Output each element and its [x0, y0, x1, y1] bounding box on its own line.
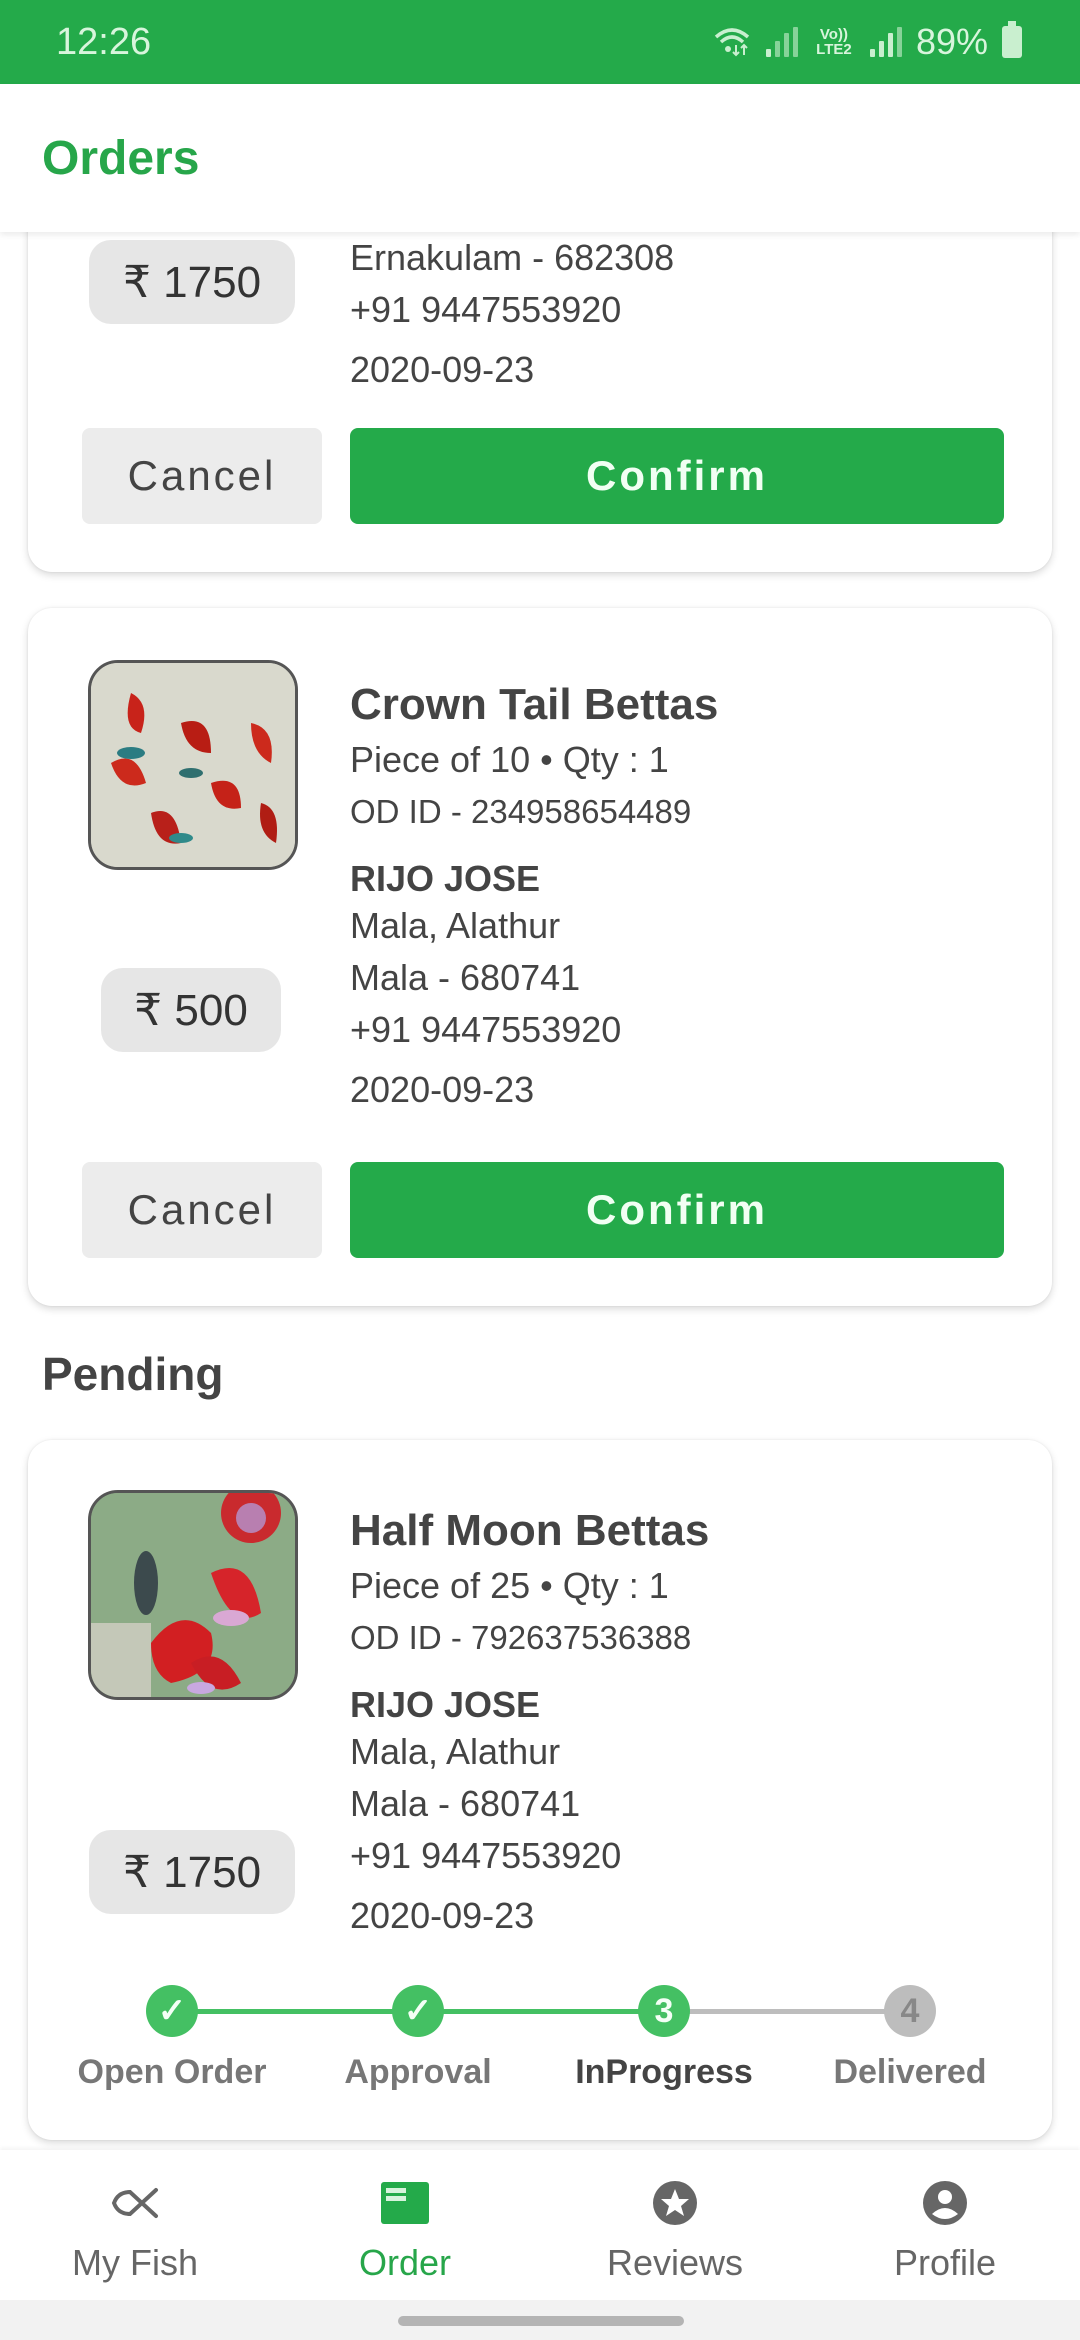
- product-meta: Piece of 10 • Qty : 1: [350, 734, 718, 786]
- app-header: Orders: [0, 84, 1080, 232]
- confirm-button[interactable]: Confirm: [350, 1162, 1004, 1258]
- nav-label: Profile: [893, 2242, 997, 2283]
- address-city: Ernakulam - 682308: [350, 237, 675, 278]
- phone: +91 9447553920: [350, 1009, 622, 1050]
- step-label: Delivered: [833, 2053, 987, 2091]
- phone: +91 9447553920: [350, 1835, 622, 1876]
- nav-item-profile[interactable]: Profile: [810, 2150, 1080, 2300]
- bullet-separator: •: [540, 1565, 563, 1606]
- bottom-nav: My Fish Order Reviews Profile: [0, 2150, 1080, 2300]
- step-number: 3: [638, 1985, 690, 2037]
- order-info: Ernakulam - 682308 +91 9447553920 2020-0…: [350, 232, 674, 396]
- nav-item-my-fish[interactable]: My Fish: [0, 2150, 270, 2300]
- profile-icon: [922, 2176, 968, 2230]
- bullet-separator: •: [540, 739, 563, 780]
- step-inprogress: 3 InProgress: [544, 1975, 784, 2092]
- step-approval: ✓ Approval: [298, 1975, 538, 2092]
- cancel-button[interactable]: Cancel: [82, 1162, 322, 1258]
- step-label: Approval: [344, 2053, 492, 2091]
- order-id: OD ID - 234958654489: [350, 793, 692, 830]
- address-city: Mala - 680741: [350, 1783, 581, 1824]
- product-title: Half Moon Bettas: [350, 1506, 710, 1555]
- pieces: Piece of 10: [350, 739, 531, 780]
- order-info: Half Moon Bettas Piece of 25 • Qty : 1 O…: [350, 1506, 709, 1942]
- order-date: 2020-09-23: [350, 1895, 535, 1936]
- quantity: Qty : 1: [562, 739, 669, 780]
- step-label: Open Order: [77, 2053, 267, 2091]
- home-gesture-handle[interactable]: [398, 2316, 684, 2326]
- nav-label: Order: [358, 2242, 452, 2283]
- battery-percent: 89%: [915, 21, 988, 62]
- step-open-order: ✓ Open Order: [52, 1975, 292, 2092]
- order-date: 2020-09-23: [350, 1069, 535, 1110]
- step-number: 4: [884, 1985, 936, 2037]
- order-info: Crown Tail Bettas Piece of 10 • Qty : 1 …: [350, 680, 718, 1116]
- status-icons: Vo)) LTE2 89%: [712, 21, 1022, 63]
- order-progress-stepper: ✓ Open Order ✓ Approval 3 InProgress 4 Delivere…: [28, 1975, 1052, 2095]
- check-icon: ✓: [146, 1985, 198, 2037]
- signal-icon-2: [869, 27, 902, 57]
- check-icon: ✓: [392, 1985, 444, 2037]
- order-card: ₹ 500 Crown Tail Bettas Piece of 10 • Qt…: [28, 608, 1052, 1306]
- wifi-icon: [714, 28, 750, 57]
- order-icon: [381, 2176, 429, 2230]
- star-icon: [652, 2176, 698, 2230]
- order-price: ₹ 500: [101, 968, 281, 1052]
- address-city: Mala - 680741: [350, 957, 581, 998]
- address-line: Mala, Alathur: [350, 905, 561, 946]
- page-title: Orders: [42, 131, 200, 185]
- volte-icon: Vo)) LTE2: [816, 26, 852, 58]
- system-gesture-bar: [0, 2300, 1080, 2340]
- order-id: OD ID - 792637536388: [350, 1619, 692, 1656]
- product-meta: Piece of 25 • Qty : 1: [350, 1560, 709, 1612]
- order-price: ₹ 1750: [89, 240, 295, 324]
- phone: +91 9447553920: [350, 289, 622, 330]
- confirm-button[interactable]: Confirm: [350, 428, 1004, 524]
- betta-fish-photo: [91, 1493, 295, 1697]
- product-title: Crown Tail Bettas: [350, 680, 719, 729]
- order-price: ₹ 1750: [89, 1830, 295, 1914]
- step-delivered: 4 Delivered: [790, 1975, 1030, 2092]
- nav-item-order[interactable]: Order: [270, 2150, 540, 2300]
- signal-icon-1: [765, 27, 798, 57]
- product-image[interactable]: [88, 660, 298, 870]
- order-card: ₹ 1750 Ernakulam - 682308 +91 9447553920…: [28, 232, 1052, 572]
- betta-fish-photo: [91, 663, 295, 867]
- battery-icon: [1002, 21, 1022, 58]
- step-label: InProgress: [575, 2053, 753, 2091]
- customer-name: RIJO JOSE: [350, 858, 541, 899]
- nav-label: Reviews: [606, 2242, 744, 2283]
- pieces: Piece of 25: [350, 1565, 531, 1606]
- pending-order-card: ₹ 1750 Half Moon Bettas Piece of 25 • Qt…: [28, 1440, 1052, 2140]
- section-title-pending: Pending: [42, 1348, 224, 1400]
- status-bar: 12:26 Vo)) LTE2 89%: [0, 0, 1080, 84]
- customer-name: RIJO JOSE: [350, 1684, 541, 1725]
- nav-item-reviews[interactable]: Reviews: [540, 2150, 810, 2300]
- address-line: Mala, Alathur: [350, 1731, 561, 1772]
- quantity: Qty : 1: [562, 1565, 669, 1606]
- status-time: 12:26: [56, 20, 152, 63]
- nav-label: My Fish: [72, 2242, 198, 2283]
- fish-icon: [110, 2176, 160, 2230]
- cancel-button[interactable]: Cancel: [82, 428, 322, 524]
- orders-list[interactable]: ₹ 1750 Ernakulam - 682308 +91 9447553920…: [0, 232, 1080, 2150]
- order-date: 2020-09-23: [350, 349, 535, 390]
- product-image[interactable]: [88, 1490, 298, 1700]
